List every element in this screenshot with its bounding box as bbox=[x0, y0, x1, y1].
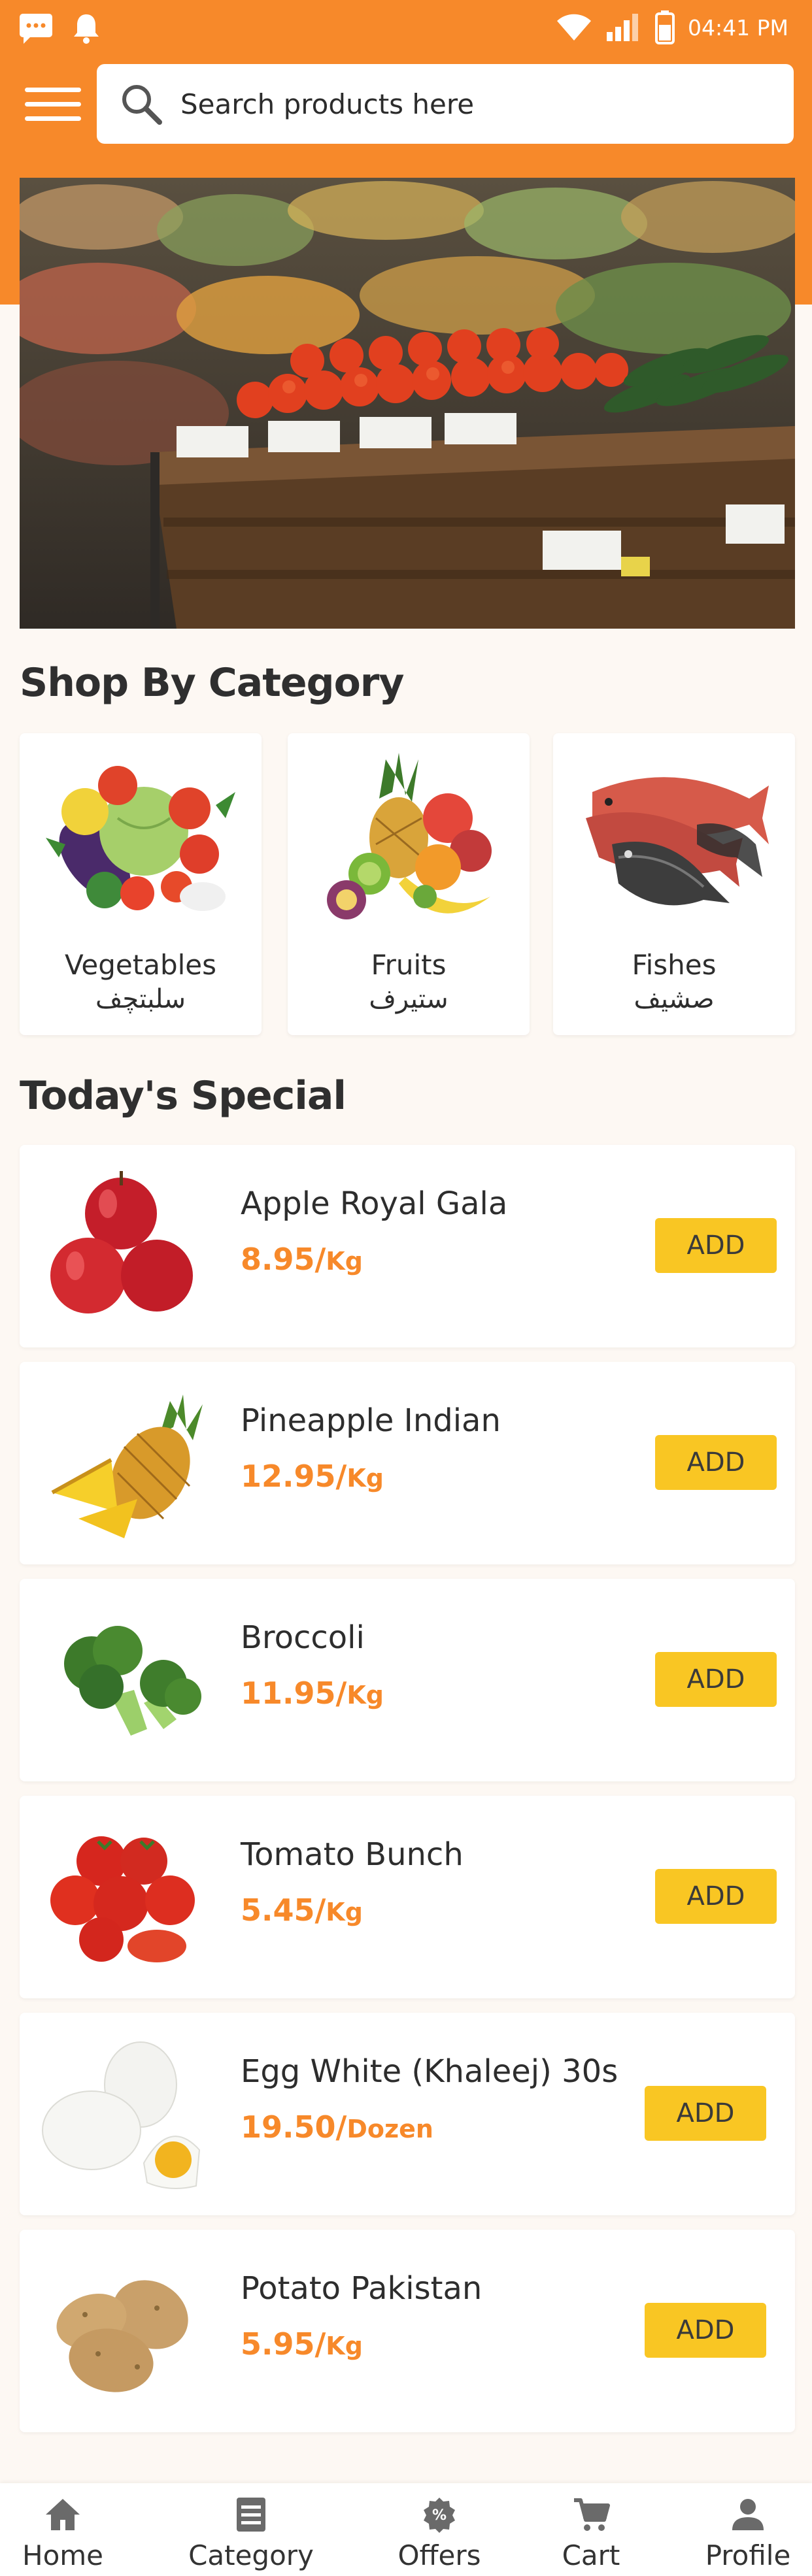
home-icon bbox=[46, 2499, 80, 2530]
product-name: Potato Pakistan bbox=[241, 2270, 482, 2307]
product-unit: Kg bbox=[326, 1898, 363, 1926]
category-name: Vegetables bbox=[64, 949, 217, 981]
product-card-eggs[interactable]: Egg White (Khaleej) 30s 19.50/Dozen ADD bbox=[20, 2013, 795, 2215]
svg-text:%: % bbox=[432, 2507, 447, 2524]
notification-bell-icon bbox=[74, 14, 99, 44]
search-input[interactable] bbox=[180, 88, 769, 120]
product-card-apple[interactable]: Apple Royal Gala 8.95/Kg ADD bbox=[20, 1145, 795, 1347]
nav-label: Cart bbox=[562, 2539, 620, 2571]
message-icon bbox=[20, 14, 52, 44]
product-unit: Kg bbox=[347, 1681, 384, 1709]
category-name-arabic: ستيرف bbox=[369, 984, 448, 1014]
product-price: 11.95/Kg bbox=[241, 1676, 384, 1711]
product-price: 5.95/Kg bbox=[241, 2326, 363, 2362]
tomato-image bbox=[50, 1836, 195, 1962]
product-card-potato[interactable]: Potato Pakistan 5.95/Kg ADD bbox=[20, 2230, 795, 2432]
pineapple-image bbox=[51, 1395, 203, 1538]
category-name-arabic: صشيف bbox=[634, 984, 715, 1014]
status-time: 04:41 PM bbox=[688, 14, 788, 41]
eggs-image bbox=[42, 2041, 201, 2189]
fishes-image bbox=[586, 777, 769, 906]
product-card-pineapple[interactable]: Pineapple Indian 12.95/Kg ADD bbox=[20, 1362, 795, 1564]
cart-icon bbox=[574, 2498, 610, 2531]
nav-label: Profile bbox=[705, 2539, 791, 2571]
nav-category[interactable]: Category bbox=[186, 2483, 316, 2576]
nav-cart[interactable]: Cart bbox=[526, 2483, 656, 2576]
product-card-broccoli[interactable]: Broccoli 11.95/Kg ADD bbox=[20, 1579, 795, 1781]
add-to-cart-button[interactable]: ADD bbox=[655, 1218, 777, 1273]
hamburger-menu-icon[interactable] bbox=[24, 84, 82, 125]
nav-label: Offers bbox=[398, 2539, 481, 2571]
offers-icon: % bbox=[424, 2498, 455, 2533]
bottom-navigation: Home Category % Offers Cart Profile bbox=[0, 2483, 812, 2576]
product-unit: Kg bbox=[326, 2332, 363, 2360]
category-name: Fruits bbox=[371, 949, 447, 981]
category-card-vegetables[interactable]: Vegetables سلبتچف bbox=[20, 733, 262, 1035]
product-card-tomato[interactable]: Tomato Bunch 5.45/Kg ADD bbox=[20, 1796, 795, 1998]
product-name: Tomato Bunch bbox=[241, 1836, 464, 1873]
product-unit: Kg bbox=[347, 1464, 384, 1493]
add-to-cart-button[interactable]: ADD bbox=[655, 1652, 777, 1707]
product-name: Egg White (Khaleej) 30s bbox=[241, 2053, 618, 2090]
add-to-cart-button[interactable]: ADD bbox=[655, 1869, 777, 1924]
nav-profile[interactable]: Profile bbox=[683, 2483, 812, 2576]
status-bar: 04:41 PM bbox=[0, 0, 812, 55]
supermarket-produce-image bbox=[20, 178, 795, 629]
profile-icon bbox=[732, 2499, 764, 2530]
category-name: Fishes bbox=[632, 949, 717, 981]
product-name: Pineapple Indian bbox=[241, 1402, 501, 1439]
product-price: 19.50/Dozen bbox=[241, 2109, 433, 2145]
product-unit: Dozen bbox=[347, 2115, 433, 2143]
nav-home[interactable]: Home bbox=[0, 2483, 128, 2576]
category-icon bbox=[237, 2498, 265, 2532]
product-name: Broccoli bbox=[241, 1619, 365, 1656]
add-to-cart-button[interactable]: ADD bbox=[655, 1435, 777, 1490]
vegetables-image bbox=[46, 766, 235, 911]
category-card-fishes[interactable]: Fishes صشيف bbox=[553, 733, 795, 1035]
product-price: 5.45/Kg bbox=[241, 1892, 363, 1928]
wifi-icon bbox=[557, 14, 592, 41]
product-price: 12.95/Kg bbox=[241, 1459, 384, 1494]
signal-icon bbox=[607, 14, 639, 41]
fruits-image bbox=[327, 753, 492, 919]
product-price: 8.95/Kg bbox=[241, 1242, 363, 1277]
search-bar[interactable] bbox=[97, 64, 794, 144]
product-unit: Kg bbox=[326, 1247, 363, 1276]
product-name: Apple Royal Gala bbox=[241, 1185, 508, 1222]
category-name-arabic: سلبتچف bbox=[95, 984, 186, 1014]
search-icon bbox=[122, 85, 162, 125]
category-card-fruits[interactable]: Fruits ستيرف bbox=[288, 733, 530, 1035]
broccoli-image bbox=[64, 1626, 201, 1736]
battery-icon bbox=[655, 10, 675, 44]
nav-label: Category bbox=[188, 2539, 314, 2571]
apple-image bbox=[50, 1171, 193, 1313]
nav-offers[interactable]: % Offers bbox=[374, 2483, 505, 2576]
add-to-cart-button[interactable]: ADD bbox=[645, 2086, 766, 2141]
potato-image bbox=[56, 2280, 188, 2392]
promo-banner[interactable] bbox=[20, 178, 795, 629]
specials-section-title: Today's Special bbox=[20, 1073, 347, 1119]
nav-label: Home bbox=[22, 2539, 104, 2571]
category-section-title: Shop By Category bbox=[20, 660, 404, 706]
add-to-cart-button[interactable]: ADD bbox=[645, 2303, 766, 2358]
